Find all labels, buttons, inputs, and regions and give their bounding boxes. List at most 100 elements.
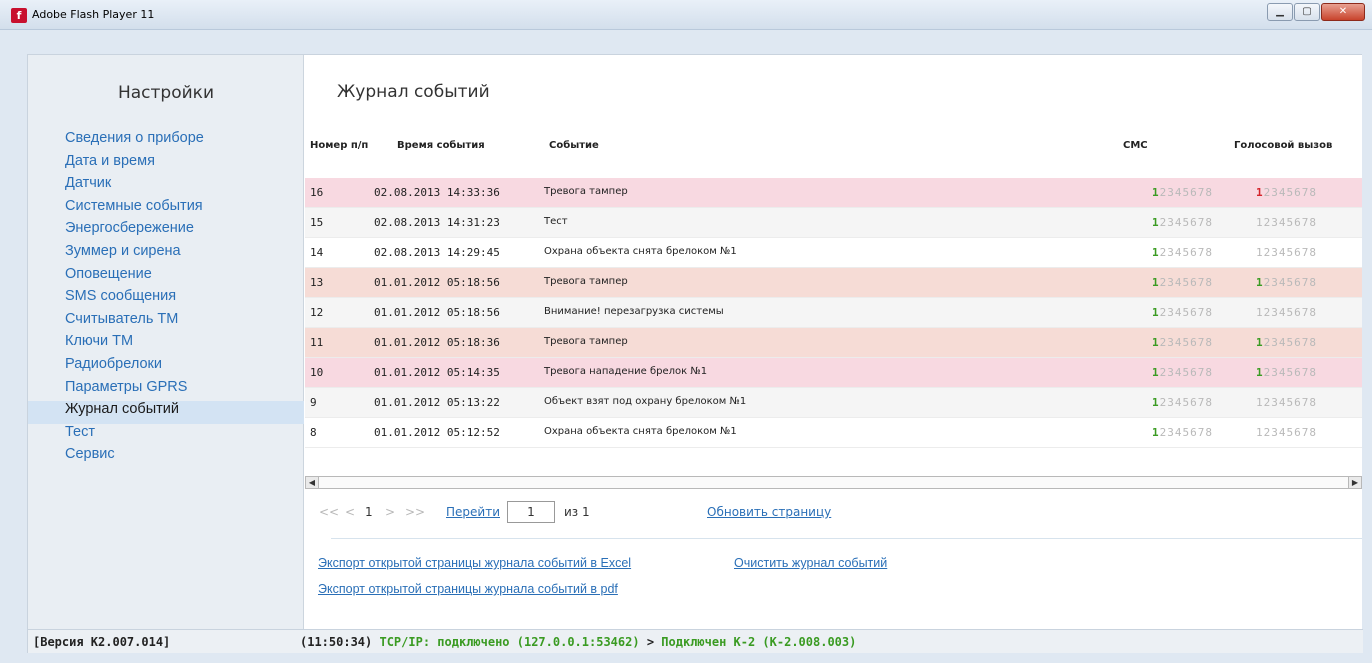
sidebar-item-tm-keys[interactable]: Ключи ТМ (28, 333, 304, 356)
table-row[interactable]: 15 02.08.2013 14:31:23 Тест 12345678 1234567… (305, 208, 1362, 238)
sms-first-digit: 1 (1152, 246, 1160, 259)
tcp-status: TCP/IP: подключено (127.0.0.1:53462) (379, 635, 640, 649)
sms-digits: 2345678 (1159, 336, 1213, 349)
sms-first-digit: 1 (1152, 336, 1160, 349)
voice-digits: 2345678 (1263, 336, 1317, 349)
table-header: Номер п/п Время события Событие СМС Голо… (305, 133, 1362, 159)
sidebar-item-gprs[interactable]: Параметры GPRS (28, 379, 304, 402)
row-time: 01.01.2012 05:13:22 (374, 396, 500, 409)
row-event: Охрана объекта снята брелоком №1 (544, 246, 737, 257)
status-arrow: > (646, 635, 655, 649)
row-time: 02.08.2013 14:33:36 (374, 186, 500, 199)
sidebar-item-radio-fobs[interactable]: Радиобрелоки (28, 356, 304, 379)
sidebar-item-event-log[interactable]: Журнал событий (28, 401, 304, 424)
row-voice: 12345678 (1256, 306, 1317, 319)
voice-first-digit: 1 (1256, 216, 1264, 229)
event-table-body: 16 02.08.2013 14:33:36 Тревога тампер 12345… (305, 178, 1362, 448)
table-row[interactable]: 16 02.08.2013 14:33:36 Тревога тампер 12345… (305, 178, 1362, 208)
prev-page-button[interactable]: < (345, 505, 355, 519)
window-title: Adobe Flash Player 11 (32, 8, 155, 21)
row-event: Тревога тампер (544, 276, 628, 287)
sidebar-item-power-saving[interactable]: Энергосбережение (28, 220, 304, 243)
goto-page-input[interactable]: 1 (507, 501, 555, 523)
last-page-button[interactable]: >> (405, 505, 425, 519)
maximize-button[interactable]: ▢ (1294, 3, 1320, 21)
sidebar-item-system-events[interactable]: Системные события (28, 198, 304, 221)
voice-digits: 2345678 (1263, 366, 1317, 379)
table-row[interactable]: 9 01.01.2012 05:13:22 Объект взят под охра… (305, 388, 1362, 418)
horizontal-scrollbar[interactable]: ◀ ▶ (305, 476, 1362, 489)
sidebar-item-sms[interactable]: SMS сообщения (28, 288, 304, 311)
row-event: Тревога нападение брелок №1 (544, 366, 708, 377)
sidebar: Настройки Сведения о приборе Дата и врем… (28, 55, 304, 629)
sidebar-nav: Сведения о приборе Дата и время Датчик С… (28, 130, 304, 469)
column-header-event[interactable]: Событие (549, 140, 599, 151)
sms-first-digit: 1 (1152, 426, 1160, 439)
row-num: 14 (310, 246, 324, 259)
main-panel: Журнал событий Номер п/п Время события С… (305, 55, 1362, 629)
row-sms: 12345678 (1152, 396, 1213, 409)
row-voice: 12345678 (1256, 366, 1317, 379)
refresh-page-link[interactable]: Обновить страницу (707, 505, 831, 519)
scroll-left-arrow-icon[interactable]: ◀ (306, 477, 319, 488)
page-count-label: из 1 (564, 505, 590, 519)
status-time: (11:50:34) (300, 635, 373, 649)
row-num: 11 (310, 336, 324, 349)
row-sms: 12345678 (1152, 246, 1213, 259)
table-row[interactable]: 8 01.01.2012 05:12:52 Охрана объекта снята… (305, 418, 1362, 448)
next-page-button[interactable]: > (385, 505, 395, 519)
sidebar-item-test[interactable]: Тест (28, 424, 304, 447)
row-event: Внимание! перезагрузка системы (544, 306, 724, 317)
row-time: 01.01.2012 05:18:56 (374, 306, 500, 319)
row-num: 8 (310, 426, 317, 439)
sms-first-digit: 1 (1152, 396, 1160, 409)
sms-digits: 2345678 (1159, 186, 1213, 199)
clear-log-link[interactable]: Очистить журнал событий (734, 556, 887, 570)
row-num: 9 (310, 396, 317, 409)
row-voice: 12345678 (1256, 336, 1317, 349)
sidebar-item-sensor[interactable]: Датчик (28, 175, 304, 198)
column-header-sms[interactable]: СМС (1123, 140, 1148, 151)
sidebar-item-service[interactable]: Сервис (28, 446, 304, 469)
voice-first-digit: 1 (1256, 186, 1264, 199)
row-num: 12 (310, 306, 324, 319)
page-title: Журнал событий (337, 82, 490, 102)
column-header-num[interactable]: Номер п/п (310, 140, 368, 151)
row-sms: 12345678 (1152, 306, 1213, 319)
row-voice: 12345678 (1256, 276, 1317, 289)
table-row[interactable]: 12 01.01.2012 05:18:56 Внимание! перезагру… (305, 298, 1362, 328)
column-header-voice[interactable]: Голосовой вызов (1234, 140, 1332, 151)
close-button[interactable]: ✕ (1321, 3, 1365, 21)
row-sms: 12345678 (1152, 336, 1213, 349)
row-time: 01.01.2012 05:12:52 (374, 426, 500, 439)
table-row[interactable]: 14 02.08.2013 14:29:45 Охрана объекта снят… (305, 238, 1362, 268)
sms-first-digit: 1 (1152, 276, 1160, 289)
sidebar-item-notification[interactable]: Оповещение (28, 266, 304, 289)
row-time: 02.08.2013 14:31:23 (374, 216, 500, 229)
sidebar-item-tm-reader[interactable]: Считыватель ТМ (28, 311, 304, 334)
sidebar-title: Настройки (117, 83, 214, 103)
app-frame: Настройки Сведения о приборе Дата и врем… (27, 54, 1363, 653)
sms-digits: 2345678 (1159, 216, 1213, 229)
first-page-button[interactable]: << (319, 505, 339, 519)
row-voice: 12345678 (1256, 186, 1317, 199)
minimize-button[interactable]: ▁ (1267, 3, 1293, 21)
voice-first-digit: 1 (1256, 306, 1264, 319)
table-row[interactable]: 13 01.01.2012 05:18:56 Тревога тампер 12345… (305, 268, 1362, 298)
scroll-right-arrow-icon[interactable]: ▶ (1348, 477, 1361, 488)
export-excel-link[interactable]: Экспорт открытой страницы журнала событи… (318, 556, 631, 570)
voice-digits: 2345678 (1263, 306, 1317, 319)
table-row[interactable]: 10 01.01.2012 05:14:35 Тревога нападение б… (305, 358, 1362, 388)
connection-status: (11:50:34) TCP/IP: подключено (127.0.0.1… (300, 635, 856, 649)
sidebar-item-device-info[interactable]: Сведения о приборе (28, 130, 304, 153)
voice-digits: 2345678 (1263, 276, 1317, 289)
goto-page-link[interactable]: Перейти (446, 505, 500, 519)
export-pdf-link[interactable]: Экспорт открытой страницы журнала событи… (318, 582, 618, 596)
column-header-time[interactable]: Время события (397, 140, 485, 151)
current-page: 1 (365, 505, 373, 519)
table-row[interactable]: 11 01.01.2012 05:18:36 Тревога тампер 12345… (305, 328, 1362, 358)
sidebar-item-date-time[interactable]: Дата и время (28, 153, 304, 176)
sidebar-item-buzzer-siren[interactable]: Зуммер и сирена (28, 243, 304, 266)
row-time: 02.08.2013 14:29:45 (374, 246, 500, 259)
row-event: Тревога тампер (544, 336, 628, 347)
